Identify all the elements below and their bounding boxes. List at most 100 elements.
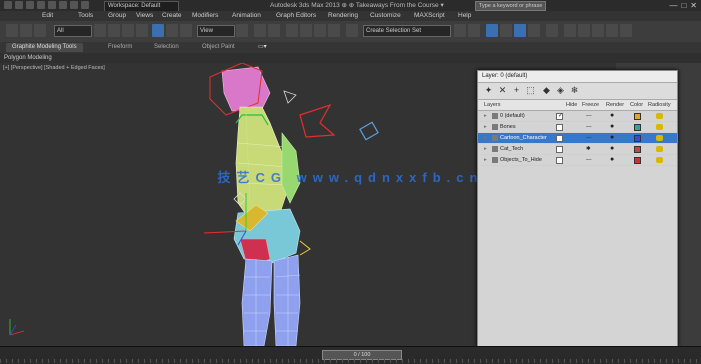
minimize-button[interactable]: — xyxy=(669,1,677,10)
menu-create[interactable]: Create xyxy=(162,11,182,21)
freeze-toggle[interactable]: — xyxy=(586,111,592,121)
scale-icon[interactable] xyxy=(180,24,192,37)
app-menu-icon[interactable] xyxy=(4,1,12,9)
selection-filter-dropdown[interactable]: All xyxy=(54,25,92,37)
rendered-frame-window-icon[interactable] xyxy=(578,24,590,37)
hide-all-icon[interactable]: ◈ xyxy=(556,86,565,95)
percent-snap-icon[interactable] xyxy=(314,24,326,37)
create-layer-icon[interactable]: ✦ xyxy=(484,86,493,95)
radiosity-icon[interactable] xyxy=(656,135,663,141)
character-model[interactable] xyxy=(209,63,301,346)
redo-icon[interactable] xyxy=(59,1,67,9)
angle-snap-icon[interactable] xyxy=(300,24,312,37)
keyboard-shortcut-icon[interactable] xyxy=(268,24,280,37)
spinner-snap-icon[interactable] xyxy=(328,24,340,37)
layer-row[interactable]: ▸ Objects_To_Hide — ● xyxy=(478,155,677,166)
select-objects-in-layer-icon[interactable]: ⬚ xyxy=(526,86,535,95)
material-editor-icon[interactable] xyxy=(546,24,558,37)
edit-named-selection-icon[interactable] xyxy=(346,24,358,37)
hold-icon[interactable] xyxy=(70,1,78,9)
move-icon[interactable] xyxy=(152,24,164,37)
align-icon[interactable] xyxy=(468,24,480,37)
layer-name[interactable]: Cartoon_Character xyxy=(500,133,547,143)
ribbon-options-icon[interactable]: ▭▾ xyxy=(258,43,267,52)
add-to-layer-icon[interactable]: + xyxy=(512,86,521,95)
menu-tools[interactable]: Tools xyxy=(78,11,93,21)
layer-row[interactable]: ▸ Cat_Tech ✱ ● xyxy=(478,144,677,155)
expand-icon[interactable]: ▸ xyxy=(484,144,487,154)
maximize-button[interactable]: □ xyxy=(681,1,686,10)
activeshade-icon[interactable] xyxy=(620,24,632,37)
layer-row[interactable]: ▸ 0 (default) ✓ — ● xyxy=(478,111,677,122)
menu-customize[interactable]: Customize xyxy=(370,11,401,21)
tab-freeform[interactable]: Freeform xyxy=(108,43,132,52)
expand-icon[interactable]: ▸ xyxy=(484,111,487,121)
column-color[interactable]: Color xyxy=(630,100,643,110)
layer-name[interactable]: 0 (default) xyxy=(500,111,525,121)
arrow-controller-shape[interactable] xyxy=(283,90,297,104)
column-render[interactable]: Render xyxy=(606,100,624,110)
radiosity-icon[interactable] xyxy=(656,124,663,130)
fetch-icon[interactable] xyxy=(81,1,89,9)
column-hide[interactable]: Hide xyxy=(566,100,577,110)
render-toggle[interactable]: ● xyxy=(610,122,614,132)
snaps-toggle-icon[interactable] xyxy=(286,24,298,37)
layer-manager-window[interactable]: Layer: 0 (default) ✦ ✕ + ⬚ ◆ ◈ ❄ Layers … xyxy=(477,70,678,347)
named-selection-set-dropdown[interactable]: Create Selection Set xyxy=(363,25,451,37)
blue-controller-shape[interactable] xyxy=(359,121,379,141)
layer-color-swatch[interactable] xyxy=(634,124,641,131)
render-toggle[interactable]: ● xyxy=(610,133,614,143)
menu-modifiers[interactable]: Modifiers xyxy=(192,11,218,21)
rotate-icon[interactable] xyxy=(166,24,178,37)
curve-editor-icon[interactable] xyxy=(514,24,526,37)
open-icon[interactable] xyxy=(26,1,34,9)
render-iterative-icon[interactable] xyxy=(606,24,618,37)
window-crossing-icon[interactable] xyxy=(136,24,148,37)
render-setup-icon[interactable] xyxy=(564,24,576,37)
unlink-icon[interactable] xyxy=(20,24,32,37)
render-toggle[interactable]: ● xyxy=(610,155,614,165)
menu-group[interactable]: Group xyxy=(108,11,126,21)
tab-graphite-modeling-tools[interactable]: Graphite Modeling Tools xyxy=(6,43,83,52)
layer-name[interactable]: Cat_Tech xyxy=(500,144,523,154)
menu-rendering[interactable]: Rendering xyxy=(328,11,358,21)
tab-object-paint[interactable]: Object Paint xyxy=(202,43,235,52)
highlight-selected-icon[interactable]: ◆ xyxy=(542,86,551,95)
mirror-icon[interactable] xyxy=(454,24,466,37)
undo-icon[interactable] xyxy=(48,1,56,9)
layer-manager-icon[interactable] xyxy=(486,24,498,37)
menu-views[interactable]: Views xyxy=(136,11,153,21)
graphite-toggle-icon[interactable] xyxy=(500,24,512,37)
layer-color-swatch[interactable] xyxy=(634,135,641,142)
selection-region-icon[interactable] xyxy=(122,24,134,37)
bind-space-warp-icon[interactable] xyxy=(34,24,46,37)
radiosity-icon[interactable] xyxy=(656,113,663,119)
menu-graph-editors[interactable]: Graph Editors xyxy=(276,11,316,21)
layer-row[interactable]: ▸ Cartoon_Character — ● xyxy=(478,133,677,144)
layer-color-swatch[interactable] xyxy=(634,146,641,153)
render-toggle[interactable]: ● xyxy=(610,111,614,121)
column-radiosity[interactable]: Radiosity xyxy=(648,100,671,110)
pivot-center-icon[interactable] xyxy=(236,24,248,37)
search-input[interactable]: Type a keyword or phrase xyxy=(475,1,546,11)
freeze-toggle[interactable]: — xyxy=(586,133,592,143)
layer-name[interactable]: Objects_To_Hide xyxy=(500,155,542,165)
save-icon[interactable] xyxy=(37,1,45,9)
freeze-toggle[interactable]: — xyxy=(586,122,592,132)
schematic-view-icon[interactable] xyxy=(528,24,540,37)
layer-color-swatch[interactable] xyxy=(634,157,641,164)
freeze-toggle[interactable]: ✱ xyxy=(586,144,591,154)
select-by-name-icon[interactable] xyxy=(108,24,120,37)
track-bar[interactable] xyxy=(0,359,701,363)
link-icon[interactable] xyxy=(6,24,18,37)
close-button[interactable]: ✕ xyxy=(690,1,697,10)
menu-animation[interactable]: Animation xyxy=(232,11,261,21)
yellow-controller-shape[interactable] xyxy=(299,240,311,256)
expand-icon[interactable]: ▸ xyxy=(484,122,487,132)
select-manipulate-icon[interactable] xyxy=(254,24,266,37)
ribbon-panel-label[interactable]: Polygon Modeling xyxy=(4,53,52,63)
expand-icon[interactable]: ▸ xyxy=(484,155,487,165)
layer-row[interactable]: ▸ Bones — ● xyxy=(478,122,677,133)
freeze-all-icon[interactable]: ❄ xyxy=(570,86,579,95)
hide-checkbox[interactable] xyxy=(556,135,563,142)
